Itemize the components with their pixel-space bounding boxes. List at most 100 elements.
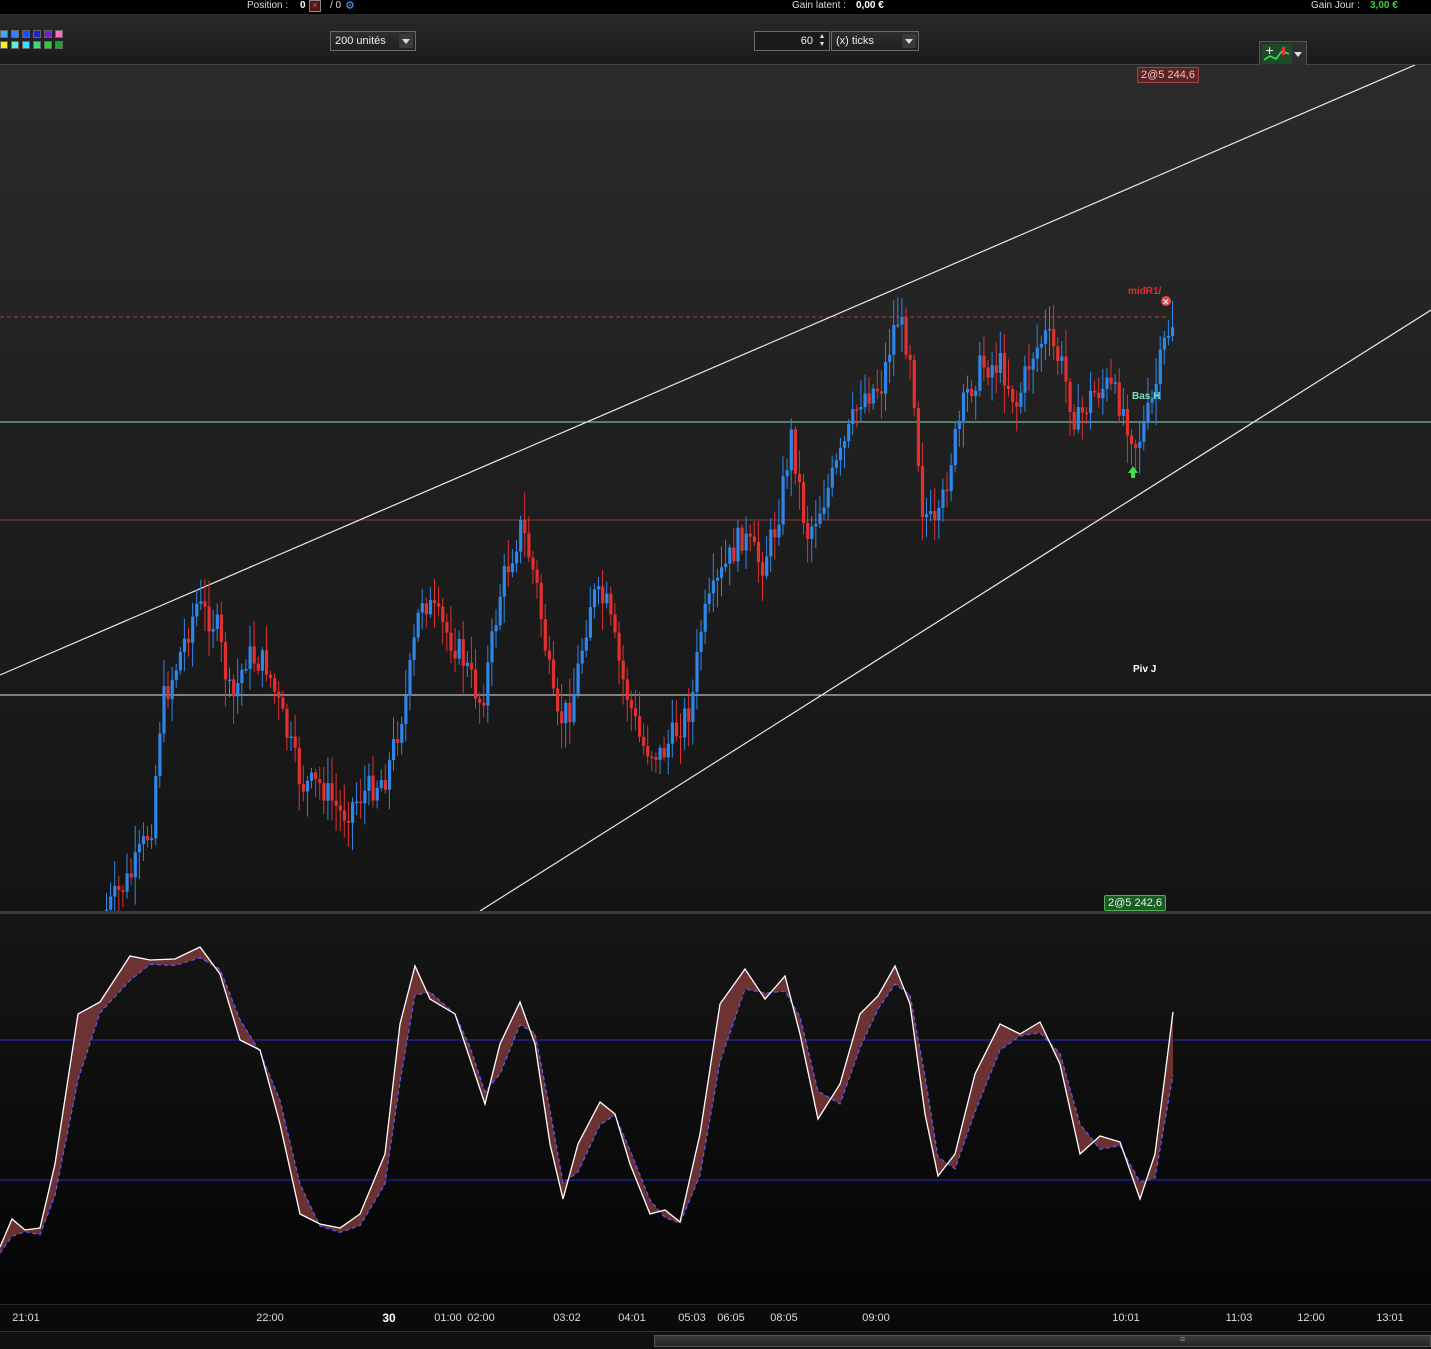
- candle-body: [896, 324, 900, 327]
- candle-body: [314, 772, 318, 780]
- candle-body: [662, 747, 666, 758]
- gain-latent-value: 0,00 €: [856, 0, 884, 11]
- candle-body: [1056, 346, 1060, 362]
- candle-body: [342, 810, 346, 821]
- candle-body: [166, 685, 170, 700]
- candle-body: [519, 520, 523, 552]
- candle-body: [310, 772, 314, 781]
- candle-body: [494, 625, 498, 632]
- candle-body: [326, 783, 330, 801]
- color-swatch[interactable]: [33, 41, 41, 49]
- candle-body: [957, 420, 961, 429]
- candle-body: [740, 527, 744, 551]
- candle-body: [334, 800, 338, 806]
- candle-body: [1162, 337, 1166, 350]
- price-chart[interactable]: ✕ 2@5 244,6 2@5 242,6 midR1/ Bas H Piv J: [0, 65, 1431, 911]
- candle-body: [527, 533, 531, 558]
- candle-body: [588, 607, 592, 638]
- candle-body: [531, 557, 535, 570]
- candle-body: [650, 756, 654, 759]
- candle-body: [1105, 377, 1109, 389]
- chevron-down-icon[interactable]: [1294, 52, 1302, 57]
- time-tick-label: 30: [382, 1311, 396, 1325]
- candle-body: [666, 743, 670, 758]
- candle-body: [273, 678, 277, 692]
- stochastic-panel[interactable]: [0, 914, 1431, 1304]
- gain-latent-label: Gain latent :: [792, 0, 846, 11]
- sell-order-tag[interactable]: 2@5 244,6: [1137, 67, 1199, 83]
- color-swatch[interactable]: [22, 41, 30, 49]
- color-swatch[interactable]: [55, 30, 63, 38]
- candle-body: [966, 388, 970, 393]
- candle-body: [834, 460, 838, 468]
- gear-icon[interactable]: ⚙: [345, 0, 355, 12]
- candle-body: [826, 487, 830, 508]
- close-position-icon[interactable]: ✕: [309, 0, 321, 12]
- time-tick-label: 22:00: [256, 1312, 284, 1324]
- candle-body: [264, 650, 269, 675]
- time-tick-label: 21:01: [12, 1312, 40, 1324]
- candle-body: [178, 652, 182, 671]
- candle-body: [359, 801, 363, 804]
- candle-body: [1035, 347, 1039, 359]
- chevron-down-icon[interactable]: [902, 34, 916, 48]
- candle-body: [703, 603, 707, 632]
- candle-body: [937, 507, 941, 521]
- candle-body: [806, 522, 810, 539]
- color-swatch[interactable]: [44, 30, 52, 38]
- chevron-down-icon[interactable]: [399, 34, 413, 48]
- color-swatch[interactable]: [33, 30, 41, 38]
- gain-jour-label: Gain Jour :: [1311, 0, 1360, 11]
- candle-body: [244, 668, 248, 671]
- color-swatch[interactable]: [0, 30, 8, 38]
- color-swatch[interactable]: [22, 30, 30, 38]
- midr1-label: midR1/: [1128, 286, 1162, 297]
- candle-body: [137, 844, 141, 853]
- color-swatch[interactable]: [0, 41, 8, 49]
- candle-body: [199, 601, 203, 604]
- buy-order-tag[interactable]: 2@5 242,6: [1104, 895, 1166, 911]
- candle-body: [461, 638, 465, 666]
- ticks-number-input[interactable]: 60 ▲ ▼: [754, 31, 830, 51]
- stepper-icon[interactable]: ▲ ▼: [816, 33, 828, 49]
- candle-body: [851, 409, 855, 425]
- candle-body: [925, 514, 929, 518]
- units-select[interactable]: 200 unités: [330, 31, 416, 51]
- position-total: / 0: [330, 0, 342, 11]
- color-swatch[interactable]: [44, 41, 52, 49]
- horizontal-scrollbar[interactable]: ≡: [0, 1331, 1431, 1349]
- candle-body: [584, 637, 588, 651]
- candle-body: [232, 679, 236, 697]
- candle-body: [400, 724, 404, 743]
- candle-body: [371, 775, 375, 801]
- candle-body: [1166, 335, 1171, 338]
- candle-body: [215, 614, 219, 630]
- candle-body: [424, 603, 428, 615]
- candle-body: [900, 317, 904, 325]
- candle-body: [141, 835, 146, 845]
- candle-body: [1113, 382, 1117, 384]
- candle-body: [1068, 381, 1072, 412]
- ticks-select[interactable]: (x) ticks: [831, 31, 919, 51]
- time-tick-label: 06:05: [717, 1312, 745, 1324]
- scrollbar-thumb[interactable]: [654, 1335, 1431, 1347]
- color-swatch[interactable]: [11, 41, 19, 49]
- candle-body: [375, 787, 379, 801]
- candle-body: [863, 393, 867, 408]
- candle-body: [761, 562, 765, 576]
- candle-body: [814, 523, 818, 527]
- candle-body: [551, 659, 556, 689]
- candle-body: [793, 429, 797, 474]
- color-swatch[interactable]: [55, 41, 63, 49]
- color-swatch[interactable]: [11, 30, 19, 38]
- candle-body: [875, 388, 879, 392]
- candle-body: [543, 619, 547, 651]
- candle-body: [601, 586, 605, 604]
- indicator-menu-button[interactable]: +: [1259, 41, 1307, 67]
- candle-body: [1072, 411, 1076, 430]
- candle-body: [223, 642, 228, 680]
- candle-body: [363, 790, 367, 804]
- candle-body: [437, 603, 441, 607]
- candle-body: [916, 408, 920, 466]
- candle-body: [252, 646, 256, 664]
